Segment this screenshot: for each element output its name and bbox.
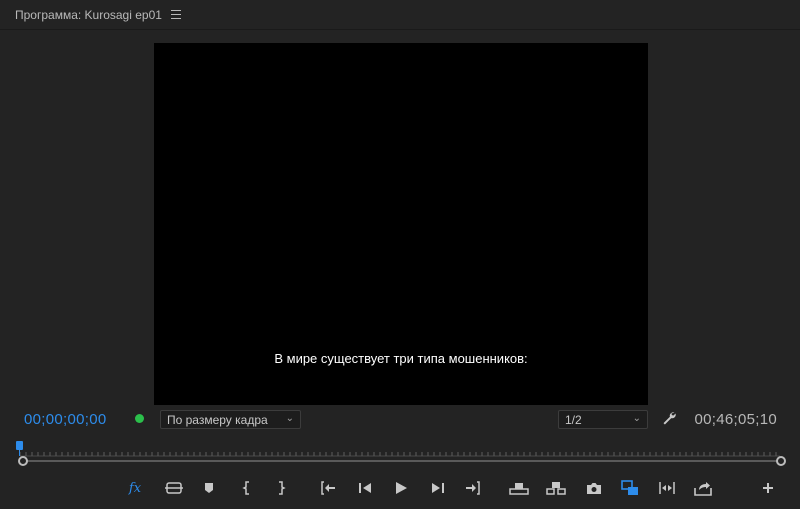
mark-in-icon	[242, 481, 249, 495]
chevron-down-icon: ⌄	[285, 413, 294, 424]
panel-title: Программа: Kurosagi ep01	[15, 8, 162, 22]
go-to-in-button[interactable]	[317, 477, 339, 499]
trim-button[interactable]	[656, 477, 678, 499]
go-to-in-icon	[321, 481, 335, 495]
playhead[interactable]	[16, 441, 23, 456]
go-to-out-button[interactable]	[462, 477, 484, 499]
extract-icon	[546, 482, 566, 495]
zoom-scrollbar[interactable]	[18, 456, 786, 466]
overlay-button[interactable]	[163, 477, 185, 499]
trim-icon	[659, 482, 675, 494]
status-indicator	[135, 414, 144, 423]
step-forward-button[interactable]	[427, 477, 449, 499]
overlay-icon	[165, 482, 183, 494]
playback-resolution-select[interactable]: 1/2 ⌄	[558, 410, 648, 429]
play-button[interactable]	[390, 477, 412, 499]
go-to-out-icon	[466, 481, 480, 495]
lift-icon	[509, 483, 529, 495]
mark-in-button[interactable]	[236, 477, 258, 499]
transport-controls: fx	[0, 477, 800, 499]
scrollbar-track[interactable]	[24, 460, 778, 462]
lift-button[interactable]	[508, 477, 530, 499]
step-back-icon	[359, 483, 371, 493]
comparison-view-button[interactable]	[619, 477, 641, 499]
chevron-down-icon: ⌄	[632, 413, 641, 424]
hamburger-icon[interactable]	[171, 10, 181, 19]
play-icon	[396, 482, 407, 494]
fx-button[interactable]: fx	[124, 477, 146, 499]
add-icon	[763, 483, 773, 493]
scrollbar-left-handle[interactable]	[18, 456, 28, 466]
duration-timecode: 00;46;05;10	[694, 411, 777, 428]
current-timecode[interactable]: 00;00;00;00	[24, 411, 107, 428]
step-forward-icon	[432, 483, 444, 493]
add-marker-button[interactable]	[198, 477, 220, 499]
button-editor-button[interactable]	[757, 477, 779, 499]
fx-icon: fx	[128, 480, 142, 496]
panel-header: Программа: Kurosagi ep01	[0, 0, 800, 30]
program-monitor-panel: Программа: Kurosagi ep01 В мире существу…	[0, 0, 800, 509]
playback-resolution-value: 1/2	[565, 413, 582, 427]
step-back-button[interactable]	[354, 477, 376, 499]
extract-button[interactable]	[545, 477, 567, 499]
wrench-icon[interactable]	[661, 410, 677, 426]
subtitle-text: В мире существует три типа мошенников:	[274, 351, 528, 366]
export-icon	[694, 481, 712, 496]
export-frame-button[interactable]	[583, 477, 605, 499]
camera-icon	[587, 482, 601, 494]
zoom-level-select[interactable]: По размеру кадра ⌄	[160, 410, 301, 429]
scrollbar-right-handle[interactable]	[776, 456, 786, 466]
mark-out-icon	[279, 481, 286, 495]
mark-out-button[interactable]	[270, 477, 292, 499]
time-ruler[interactable]	[20, 443, 780, 457]
compare-icon	[621, 480, 638, 495]
export-button[interactable]	[692, 477, 714, 499]
video-viewer[interactable]: В мире существует три типа мошенников:	[154, 43, 648, 405]
marker-icon	[205, 483, 213, 493]
zoom-level-value: По размеру кадра	[167, 413, 268, 427]
